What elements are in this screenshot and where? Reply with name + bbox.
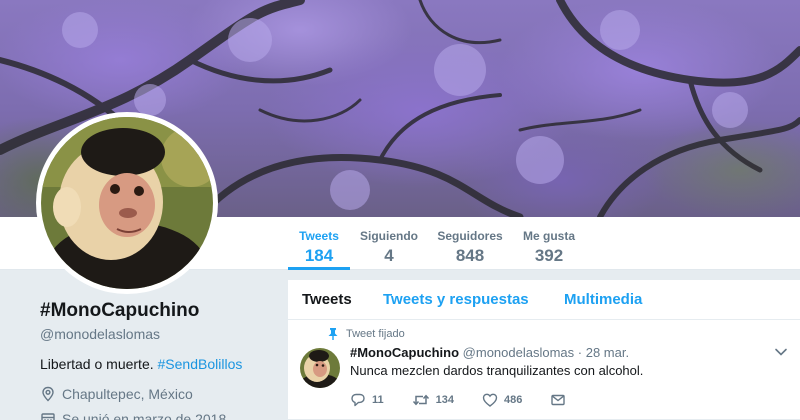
stat-value: 392 [534,246,564,265]
like-button[interactable]: 486 [482,392,522,408]
pinned-label: Tweet fijado [328,328,405,340]
tweet-author-handle[interactable]: @monodelaslomas [463,345,574,360]
monkey-avatar-small [300,348,340,388]
pinned-text: Tweet fijado [346,328,405,340]
profile-avatar[interactable] [36,112,218,294]
location-text: Chapultepec, México [62,386,193,402]
tab-media[interactable]: Multimedia [564,291,642,308]
like-icon [482,393,498,407]
retweet-icon [412,394,429,406]
reply-button[interactable]: 11 [350,392,384,408]
monkey-avatar-image [41,117,213,289]
retweet-button[interactable]: 134 [412,392,454,408]
tab-tweets-replies[interactable]: Tweets y respuestas [383,291,529,308]
stat-label: Seguidores [437,229,503,243]
bio-hashtag-link[interactable]: #SendBolillos [158,356,243,372]
pinned-tweet[interactable]: Tweet fijado #MonoCapuchino @monodelaslo… [288,320,800,420]
like-count: 486 [504,394,523,406]
joined-text: Se unió en marzo de 2018 [62,411,227,420]
pin-icon [328,328,338,340]
bio-text: Libertad o muerte. [40,356,154,372]
location-icon [42,386,54,402]
tweet-header: #MonoCapuchino @monodelaslomas · 28 mar. [350,345,629,360]
profile-joined: Se unió en marzo de 2018 [40,411,270,420]
tweet-text: Nunca mezclen dardos tranquilizantes con… [350,363,644,378]
profile-card: #MonoCapuchino @monodelaslomas Libertad … [40,300,270,420]
tweet-author-name[interactable]: #MonoCapuchino [350,345,459,360]
stat-following[interactable]: Siguiendo 4 [358,217,420,270]
timeline: Tweets Tweets y respuestas Multimedia Tw… [288,280,800,420]
reply-icon [351,393,365,407]
tab-tweets[interactable]: Tweets [302,291,352,308]
profile-handle[interactable]: @monodelaslomas [40,326,270,342]
stat-followers[interactable]: Seguidores 848 [436,217,504,270]
stat-tweets[interactable]: Tweets 184 [288,217,350,270]
profile-bio: Libertad o muerte. #SendBolillos [40,356,270,372]
tweet-avatar[interactable] [300,348,340,388]
timeline-tabs: Tweets Tweets y respuestas Multimedia [288,280,800,320]
profile-name[interactable]: #MonoCapuchino [40,300,270,322]
stat-value: 4 [384,246,394,265]
chevron-down-icon[interactable] [774,345,788,359]
direct-message-button[interactable] [550,392,566,408]
tweet-actions: 11 134 486 [350,392,594,408]
retweet-count: 134 [435,394,454,406]
message-icon [551,394,566,406]
stat-label: Me gusta [522,229,575,243]
stat-likes[interactable]: Me gusta 392 [520,217,578,270]
tweet-date[interactable]: · 28 mar. [578,345,629,360]
stat-value: 848 [455,246,485,265]
reply-count: 11 [372,394,384,406]
calendar-icon [41,413,55,420]
profile-location: Chapultepec, México [40,386,270,402]
stat-label: Tweets [299,229,339,243]
stat-label: Siguiendo [360,229,418,243]
stat-value: 184 [304,246,334,265]
